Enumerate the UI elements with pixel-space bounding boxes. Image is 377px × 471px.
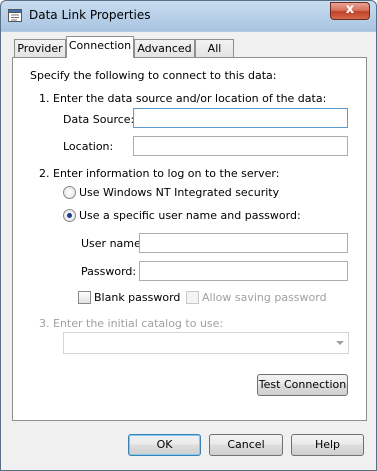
nt-security-radio[interactable] — [63, 186, 76, 199]
allow-saving-password-label: Allow saving password — [202, 291, 327, 304]
username-input[interactable] — [139, 233, 348, 253]
nt-security-label[interactable]: Use Windows NT Integrated security — [79, 186, 279, 199]
test-connection-label: Test Connection — [258, 378, 347, 391]
initial-catalog-combobox[interactable] — [63, 332, 349, 354]
step3-heading: 3. Enter the initial catalog to use: — [39, 317, 224, 330]
blank-password-label[interactable]: Blank password — [94, 291, 180, 304]
data-source-input[interactable] — [133, 108, 348, 128]
username-label: User name: — [81, 237, 145, 250]
connection-content: Specify the following to connect to this… — [1, 1, 376, 470]
blank-password-checkbox[interactable] — [78, 291, 91, 304]
test-connection-button[interactable]: Test Connection — [257, 374, 348, 396]
intro-text: Specify the following to connect to this… — [30, 69, 277, 82]
chevron-down-icon[interactable] — [336, 341, 344, 345]
step2-heading: 2. Enter information to log on to the se… — [39, 167, 280, 180]
data-source-label: Data Source: — [63, 113, 135, 126]
specific-user-label[interactable]: Use a specific user name and password: — [79, 209, 301, 222]
step1-heading: 1. Enter the data source and/or location… — [39, 92, 327, 105]
location-label: Location: — [63, 140, 114, 153]
password-label: Password: — [81, 265, 137, 278]
password-input[interactable] — [139, 261, 348, 281]
specific-user-radio[interactable] — [63, 209, 76, 222]
data-link-properties-window: Data Link Properties x Provider Connecti… — [0, 0, 377, 471]
allow-saving-password-checkbox[interactable] — [186, 291, 199, 304]
location-input[interactable] — [133, 136, 348, 156]
